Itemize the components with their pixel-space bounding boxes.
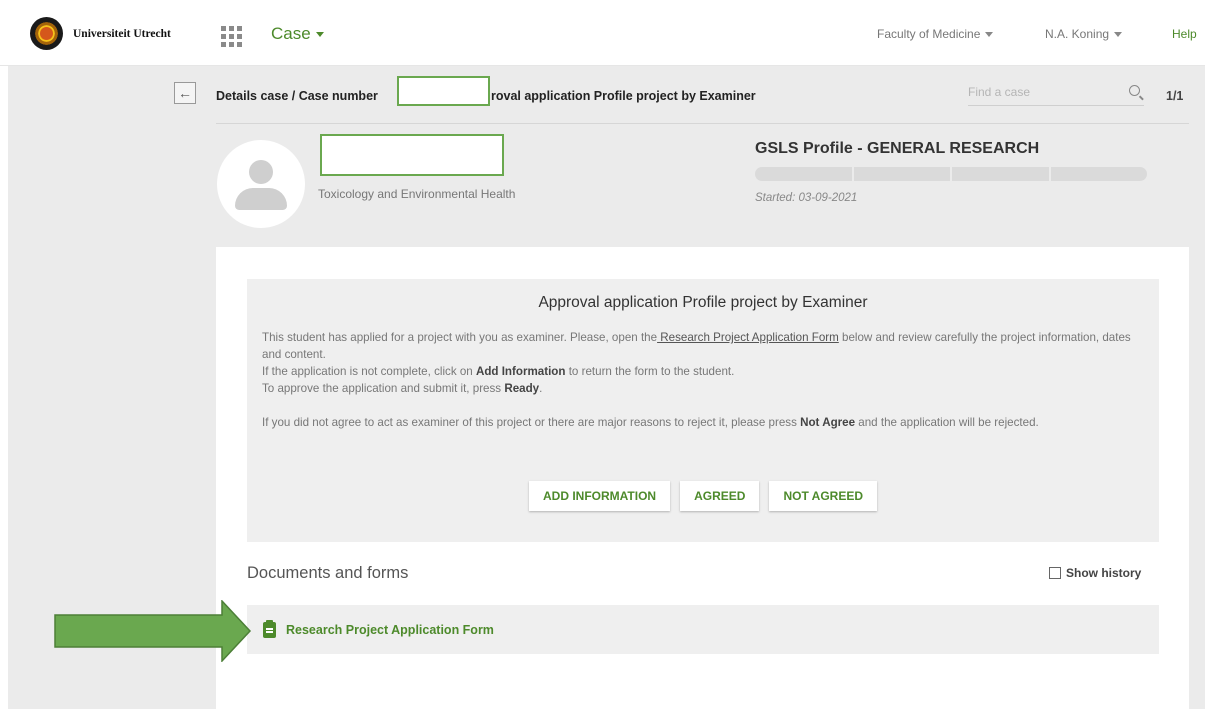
approval-instructions: This student has applied for a project w… [262,329,1142,431]
case-card: Approval application Profile project by … [216,247,1189,709]
top-bar: Universiteit Utrecht Case Faculty of Med… [0,0,1205,66]
add-information-button[interactable]: ADD INFORMATION [528,481,671,511]
clipboard-icon [263,620,276,638]
back-button[interactable]: ← [174,82,196,104]
not-agreed-button[interactable]: NOT AGREED [769,481,877,511]
user-menu[interactable]: N.A. Koning [1045,27,1123,41]
student-name-redaction [320,134,504,176]
student-department: Toxicology and Environmental Health [318,187,516,201]
apps-grid-icon[interactable] [221,26,242,47]
instruction-line-2: If the application is not complete, clic… [262,365,735,378]
profile-title: GSLS Profile - GENERAL RESEARCH [755,140,1040,157]
approval-title: Approval application Profile project by … [538,294,868,311]
approval-panel: Approval application Profile project by … [247,279,1159,542]
search-icon[interactable] [1129,85,1140,96]
avatar [217,140,305,228]
annotation-arrow-icon [54,600,252,662]
chevron-down-icon [985,31,994,37]
left-edge [0,66,8,709]
documents-title: Documents and forms [247,564,409,582]
chevron-down-icon [315,31,324,37]
university-logo[interactable]: Universiteit Utrecht [30,17,171,50]
case-menu[interactable]: Case [271,24,324,44]
document-row[interactable]: Research Project Application Form [247,605,1159,654]
breadcrumb: Details case / Case number [216,89,378,103]
redaction-box [397,76,490,106]
instruction-line-1: This student has applied for a project w… [262,331,1131,361]
started-date: Started: 03-09-2021 [755,192,858,204]
university-seal-icon [30,17,63,50]
case-menu-label: Case [271,24,311,43]
user-menu-label: N.A. Koning [1045,27,1110,41]
show-history-checkbox[interactable] [1049,567,1061,579]
help-link[interactable]: Help [1172,27,1197,41]
pager: 1/1 [1166,89,1184,103]
search-input[interactable] [968,80,1118,104]
person-icon [249,160,273,184]
research-project-form-link[interactable]: Research Project Application Form [286,623,494,637]
faculty-menu[interactable]: Faculty of Medicine [877,27,994,41]
instruction-line-3: To approve the application and submit it… [262,382,543,395]
show-history-toggle[interactable]: Show history [1049,566,1141,580]
breadcrumb-case-title: roval application Profile project by Exa… [491,89,756,103]
logo-text: Universiteit Utrecht [73,27,171,40]
search-box [968,80,1144,106]
faculty-menu-label: Faculty of Medicine [877,27,981,41]
arrow-left-icon: ← [178,85,192,101]
show-history-label: Show history [1066,566,1142,580]
instruction-line-4: If you did not agree to act as examiner … [262,416,1039,429]
chevron-down-icon [1114,31,1123,37]
progress-bar [755,167,1147,181]
divider [216,123,1189,124]
approval-buttons: ADD INFORMATION AGREED NOT AGREED [247,481,1159,511]
research-form-link[interactable]: Research Project Application Form [657,331,839,344]
agreed-button[interactable]: AGREED [680,481,760,511]
